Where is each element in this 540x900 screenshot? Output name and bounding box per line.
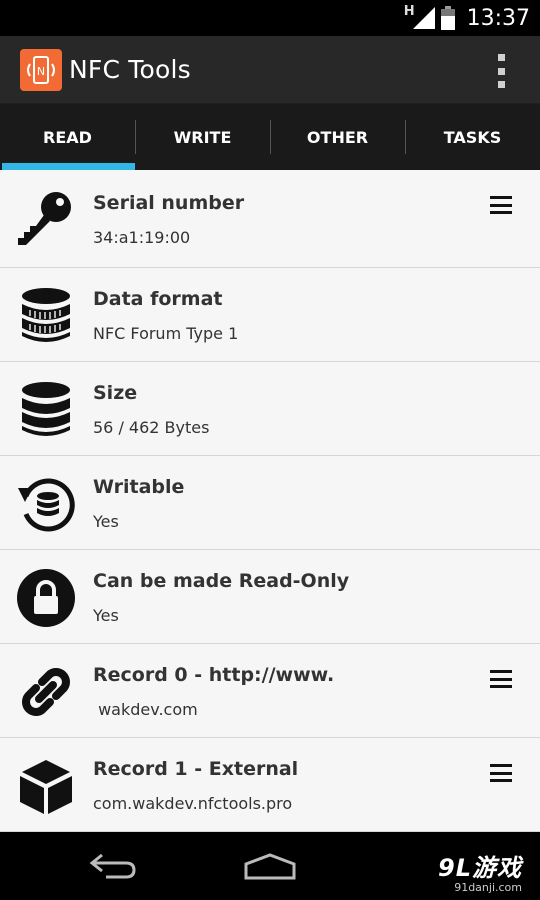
key-icon xyxy=(16,188,76,248)
list-item-writable[interactable]: Writable Yes xyxy=(0,456,540,550)
battery-icon xyxy=(440,6,455,30)
list-item-data-format[interactable]: Data format NFC Forum Type 1 xyxy=(0,268,540,362)
signal-icon xyxy=(412,7,435,29)
row-menu-icon[interactable] xyxy=(490,764,512,782)
row-title: Writable xyxy=(93,476,185,498)
home-icon[interactable] xyxy=(243,852,297,882)
watermark-logo: 9L游戏 xyxy=(438,854,522,882)
row-menu-icon[interactable] xyxy=(490,196,512,214)
navigation-bar: 9L游戏 91danji.com xyxy=(0,832,540,900)
row-value: 56 / 462 Bytes xyxy=(93,418,210,437)
row-value: wakdev.com xyxy=(93,700,198,719)
row-title: Record 0 - http://www. xyxy=(93,664,335,686)
action-bar: N NFC Tools xyxy=(0,36,540,104)
row-menu-icon[interactable] xyxy=(490,670,512,688)
row-title: Serial number xyxy=(93,192,245,214)
row-title: Record 1 - External xyxy=(93,758,299,780)
status-bar: H 13:37 xyxy=(0,0,540,36)
tab-read[interactable]: READ xyxy=(0,104,135,170)
row-value: NFC Forum Type 1 xyxy=(93,324,239,343)
nfc-app-icon[interactable]: N xyxy=(20,49,62,91)
list-item-size[interactable]: Size 56 / 462 Bytes xyxy=(0,362,540,456)
svg-text:N: N xyxy=(37,65,45,78)
list-item-record-1[interactable]: Record 1 - External com.wakdev.nfctools.… xyxy=(0,738,540,832)
nfc-logo-icon: N xyxy=(27,56,55,84)
row-value: 34:a1:19:00 xyxy=(93,228,191,247)
tab-bar: READ WRITE OTHER TASKS xyxy=(0,104,540,170)
watermark: 9L游戏 91danji.com xyxy=(438,848,522,894)
lock-icon xyxy=(16,568,76,628)
row-title: Size xyxy=(93,382,138,404)
status-icons: H 13:37 xyxy=(404,3,530,33)
list-item-record-0[interactable]: Record 0 - http://www. wakdev.com xyxy=(0,644,540,738)
clock: 13:37 xyxy=(466,5,530,31)
database-icon xyxy=(16,380,76,440)
tab-tasks[interactable]: TASKS xyxy=(405,104,540,170)
tab-other[interactable]: OTHER xyxy=(270,104,405,170)
row-title: Data format xyxy=(93,288,223,310)
row-value: Yes xyxy=(93,512,119,531)
tab-write[interactable]: WRITE xyxy=(135,104,270,170)
network-type-label: H xyxy=(403,3,415,19)
overflow-menu-icon[interactable] xyxy=(496,54,506,88)
list-item-serial-number[interactable]: Serial number 34:a1:19:00 xyxy=(0,170,540,268)
link-icon xyxy=(16,662,76,722)
row-title: Can be made Read-Only xyxy=(93,570,350,592)
database-striped-icon xyxy=(16,286,76,346)
app-title: NFC Tools xyxy=(69,55,191,84)
back-icon[interactable] xyxy=(88,850,138,880)
row-value: com.wakdev.nfctools.pro xyxy=(93,794,293,813)
cube-icon xyxy=(16,756,76,816)
rewrite-icon xyxy=(16,474,76,534)
tag-info-list: Serial number 34:a1:19:00 Data format NF… xyxy=(0,170,540,832)
list-item-read-only[interactable]: Can be made Read-Only Yes xyxy=(0,550,540,644)
row-value: Yes xyxy=(93,606,119,625)
